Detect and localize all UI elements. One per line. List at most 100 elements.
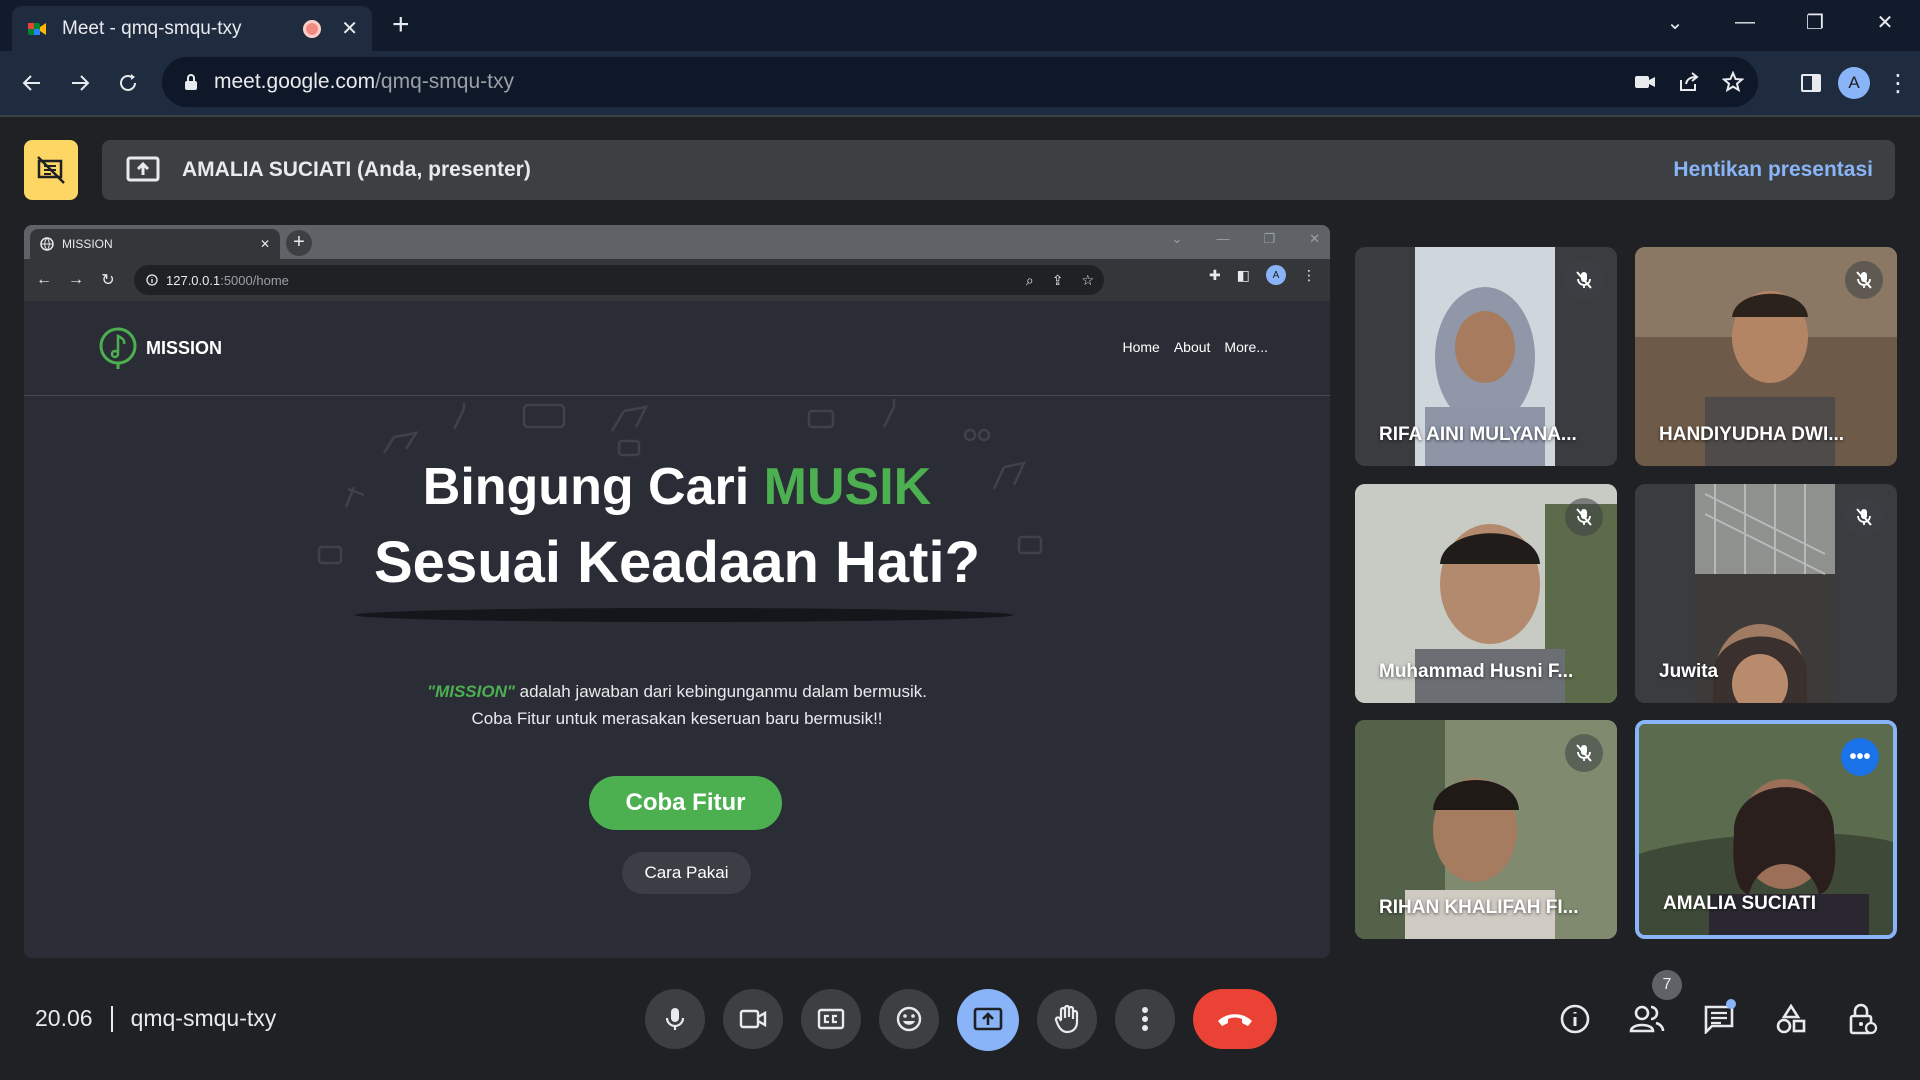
globe-icon — [40, 237, 54, 251]
tab-close-icon[interactable]: ✕ — [341, 16, 358, 41]
hero-title-pre: Bingung Cari — [422, 458, 764, 516]
stop-presenting-button[interactable]: Hentikan presentasi — [1673, 140, 1873, 200]
activities-button[interactable] — [1772, 995, 1810, 1043]
participant-name: HANDIYUDHA DWI... — [1659, 424, 1845, 445]
participant-tile[interactable]: Juwita — [1635, 484, 1897, 703]
site-nav-home: Home — [1122, 339, 1160, 355]
participant-tile[interactable]: HANDIYUDHA DWI... — [1635, 247, 1897, 466]
reactions-button[interactable] — [879, 989, 939, 1049]
present-screen-icon — [126, 156, 160, 184]
browser-tab-meet[interactable]: Meet - qmq-smqu-txy ✕ — [12, 6, 372, 51]
captions-button[interactable] — [801, 989, 861, 1049]
profile-avatar[interactable]: A — [1838, 67, 1870, 99]
shared-toolbar: ← → ↻ 127.0.0.1:5000/home ⌕ ⇪ ☆ ✚ ◧ A ⋮ — [24, 259, 1330, 301]
shared-restore-icon: ❐ — [1263, 231, 1276, 246]
participant-name: Muhammad Husni F... — [1379, 661, 1574, 682]
shared-extensions-icon: ✚ — [1209, 266, 1221, 283]
bookmark-star-icon[interactable] — [1722, 71, 1744, 93]
site-nav-links: Home About More... — [1122, 339, 1268, 355]
participant-tile[interactable]: RIFA AINI MULYANA... — [1355, 247, 1617, 466]
participant-tile-self[interactable]: ••• AMALIA SUCIATI — [1635, 720, 1897, 939]
window-controls: ⌄ — ❐ ✕ — [1640, 0, 1920, 44]
lock-icon[interactable] — [184, 73, 198, 91]
mission-logo-icon — [98, 326, 138, 370]
muted-mic-icon — [1565, 498, 1603, 536]
share-icon[interactable] — [1678, 71, 1700, 93]
chrome-menu-icon[interactable]: ⋮ — [1886, 69, 1910, 98]
raise-hand-button[interactable] — [1037, 989, 1097, 1049]
shared-share-icon: ⇪ — [1051, 271, 1064, 288]
shared-minimize-icon: — — [1216, 231, 1230, 246]
side-panel-icon[interactable] — [1800, 72, 1822, 94]
url-path: /qmq-smqu-txy — [375, 70, 514, 93]
browser-toolbar: meet.google.com/qmq-smqu-txy A ⋮ — [0, 51, 1920, 115]
hero-title-accent: MUSIK — [763, 458, 932, 516]
site-brand: MISSION — [146, 337, 223, 358]
participant-name: Juwita — [1659, 661, 1719, 682]
meeting-code: qmq-smqu-txy — [130, 1005, 277, 1031]
presentation-toggle-button[interactable] — [24, 140, 78, 200]
shared-zoom-icon: ⌕ — [1025, 271, 1034, 288]
people-button[interactable] — [1628, 995, 1666, 1043]
site-nav-about: About — [1173, 339, 1211, 355]
chat-notification-dot — [1726, 999, 1736, 1009]
presenter-bar: AMALIA SUCIATI (Anda, presenter) Hentika… — [102, 140, 1895, 200]
leave-call-button[interactable] — [1193, 989, 1277, 1049]
shared-back-icon: ← — [36, 271, 52, 288]
shared-forward-icon: → — [68, 271, 84, 288]
microphone-button[interactable] — [645, 989, 705, 1049]
coba-fitur-button: Coba Fitur — [589, 776, 782, 830]
browser-tabstrip: Meet - qmq-smqu-txy ✕ + ⌄ — ❐ ✕ — [0, 0, 1920, 51]
meet-favicon-icon — [26, 18, 48, 40]
browser-tab-title: Meet - qmq-smqu-txy — [62, 17, 242, 39]
meeting-info: 20.06 qmq-smqu-txy — [35, 1005, 276, 1032]
shared-tab-title: MISSION — [62, 237, 113, 251]
camera-indicator-icon[interactable] — [1634, 74, 1656, 90]
muted-mic-icon — [1565, 734, 1603, 772]
meeting-info-divider — [110, 1005, 113, 1032]
presenter-label: AMALIA SUCIATI (Anda, presenter) — [182, 158, 531, 181]
participant-tile[interactable]: RIHAN KHALIFAH FI... — [1355, 720, 1617, 939]
address-bar[interactable]: meet.google.com/qmq-smqu-txy — [162, 57, 1758, 107]
reload-icon[interactable] — [104, 59, 152, 107]
meeting-details-button[interactable] — [1556, 995, 1594, 1043]
new-tab-button[interactable]: + — [392, 10, 410, 40]
restore-icon[interactable]: ❐ — [1780, 10, 1850, 35]
muted-mic-icon — [1845, 498, 1883, 536]
shared-url-host: 127.0.0.1 — [166, 272, 221, 288]
shared-tabstrip: MISSION ✕ + ⌄ — ❐ ✕ — [24, 225, 1330, 259]
shared-tab-close-icon: ✕ — [259, 237, 270, 251]
shared-url-path: :5000/home — [220, 272, 289, 288]
shared-menu-icon: ⋮ — [1302, 266, 1316, 283]
participant-tile[interactable]: Muhammad Husni F... — [1355, 484, 1617, 703]
chat-button[interactable] — [1700, 995, 1738, 1043]
recording-icon — [303, 19, 322, 38]
hero-title-line1: Bingung Cari MUSIK — [24, 457, 1330, 517]
more-options-button[interactable] — [1115, 989, 1175, 1049]
hero-desc-rest: adalah jawaban dari kebingunganmu dalam … — [514, 682, 927, 701]
url-host: meet.google.com — [214, 70, 376, 93]
minimize-icon[interactable]: — — [1710, 11, 1780, 34]
camera-button[interactable] — [723, 989, 783, 1049]
participant-name: RIFA AINI MULYANA... — [1379, 424, 1577, 445]
window-close-icon[interactable]: ✕ — [1850, 10, 1920, 35]
hero-underline-shadow — [354, 608, 1014, 622]
host-controls-button[interactable] — [1844, 995, 1882, 1043]
shared-browser-tab: MISSION ✕ — [30, 229, 280, 259]
muted-mic-icon — [1565, 261, 1603, 299]
shared-screen: MISSION ✕ + ⌄ — ❐ ✕ ← → ↻ 127.0.0.1:5000… — [24, 225, 1330, 958]
cara-pakai-button: Cara Pakai — [622, 852, 751, 894]
shared-info-icon — [146, 274, 158, 286]
back-icon[interactable] — [8, 59, 56, 107]
more-options-icon[interactable]: ••• — [1841, 738, 1879, 776]
call-controls — [645, 989, 1277, 1051]
forward-icon[interactable] — [56, 59, 104, 107]
muted-mic-icon — [1845, 261, 1883, 299]
shared-address-bar: 127.0.0.1:5000/home ⌕ ⇪ ☆ — [134, 265, 1104, 295]
shared-star-icon: ☆ — [1081, 271, 1094, 288]
tab-search-icon[interactable]: ⌄ — [1640, 10, 1710, 35]
present-now-button[interactable] — [957, 989, 1019, 1051]
shared-chevron-icon: ⌄ — [1171, 231, 1183, 246]
shared-newtab-icon: + — [286, 230, 312, 256]
site-logo: MISSION — [98, 326, 222, 370]
